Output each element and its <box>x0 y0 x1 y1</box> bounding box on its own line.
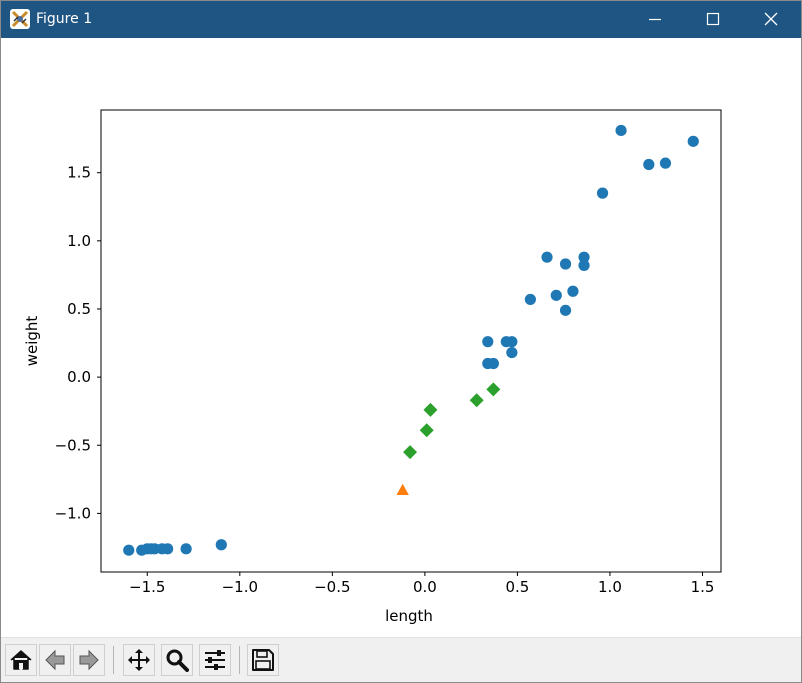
toolbar-separator <box>113 646 114 674</box>
data-point-circle <box>559 258 572 270</box>
data-point-diamond <box>403 445 418 460</box>
data-point-diamond <box>469 393 484 408</box>
data-point-circle <box>550 289 562 301</box>
title-bar: Figure 1 <box>0 0 802 38</box>
data-point-circle <box>541 251 553 263</box>
data-point-circle <box>643 158 655 171</box>
y-tick-label: 0.0 <box>67 368 91 386</box>
x-tick-label: 0.0 <box>413 578 437 596</box>
x-tick-label: −0.5 <box>314 578 350 596</box>
data-point-circle <box>487 357 499 370</box>
scatter-chart: −1.5 −1.0 −0.5 0.0 0.5 1.0 1.5 −1.0 −0.5 0.0 0.5 1.… <box>23 109 722 625</box>
data-point-circle <box>615 124 627 137</box>
home-button[interactable] <box>5 644 37 676</box>
toolbar-separator <box>239 646 240 674</box>
close-button[interactable] <box>742 0 800 38</box>
y-tick-label: 1.5 <box>67 164 91 182</box>
data-point-diamond <box>419 423 434 438</box>
x-tick-label: 1.5 <box>691 578 715 596</box>
configure-subplots-icon <box>205 650 225 670</box>
data-point-circle <box>215 539 227 551</box>
data-point-circle <box>578 259 590 271</box>
data-point-circle <box>180 543 192 555</box>
maximize-button[interactable] <box>684 0 742 38</box>
pan-icon <box>128 649 150 671</box>
data-point-circle <box>506 346 518 359</box>
data-point-circle <box>559 304 572 316</box>
data-point-circle <box>524 293 536 306</box>
forward-icon <box>79 649 99 671</box>
zoom-button[interactable] <box>161 644 193 676</box>
close-icon <box>764 12 778 26</box>
y-tick-label: 0.5 <box>67 300 91 318</box>
x-tick-label: 0.5 <box>505 578 529 596</box>
data-point-circle <box>162 543 174 555</box>
save-icon <box>252 649 274 671</box>
data-point-circle <box>596 187 609 199</box>
x-tick-label: −1.5 <box>129 578 165 596</box>
data-point-circle <box>506 336 518 348</box>
minimize-button[interactable] <box>626 0 684 38</box>
data-point-circle <box>659 157 672 169</box>
pan-button[interactable] <box>123 644 155 676</box>
minimize-icon <box>649 18 661 21</box>
y-tick-label: −1.0 <box>55 504 91 522</box>
x-axis-label: length <box>385 607 433 625</box>
maximize-icon <box>706 12 720 26</box>
data-point-diamond <box>486 382 501 397</box>
data-point-triangle <box>396 483 409 496</box>
data-point-diamond <box>423 402 438 417</box>
figure-canvas[interactable]: −1.5 −1.0 −0.5 0.0 0.5 1.0 1.5 −1.0 −0.5 0.0 0.5 1.… <box>1 38 801 637</box>
data-point-circle <box>482 336 494 348</box>
back-button[interactable] <box>39 644 71 676</box>
forward-button[interactable] <box>73 644 105 676</box>
x-tick-label: 1.0 <box>598 578 622 596</box>
configure-subplots-button[interactable] <box>199 644 231 676</box>
y-tick-label: 1.0 <box>67 232 91 250</box>
plot-frame <box>100 109 722 573</box>
save-button[interactable] <box>247 644 279 676</box>
data-point-circle <box>687 135 699 147</box>
data-point-circle <box>123 544 135 556</box>
navigation-toolbar <box>1 637 801 683</box>
back-icon <box>45 649 65 671</box>
data-point-circle <box>567 285 579 297</box>
home-icon <box>10 650 32 670</box>
zoom-icon <box>166 649 189 672</box>
matplotlib-app-icon <box>10 9 30 29</box>
y-tick-label: −0.5 <box>55 436 91 454</box>
y-axis-label: weight <box>23 316 41 367</box>
window-title: Figure 1 <box>36 11 93 27</box>
x-tick-label: −1.0 <box>222 578 258 596</box>
